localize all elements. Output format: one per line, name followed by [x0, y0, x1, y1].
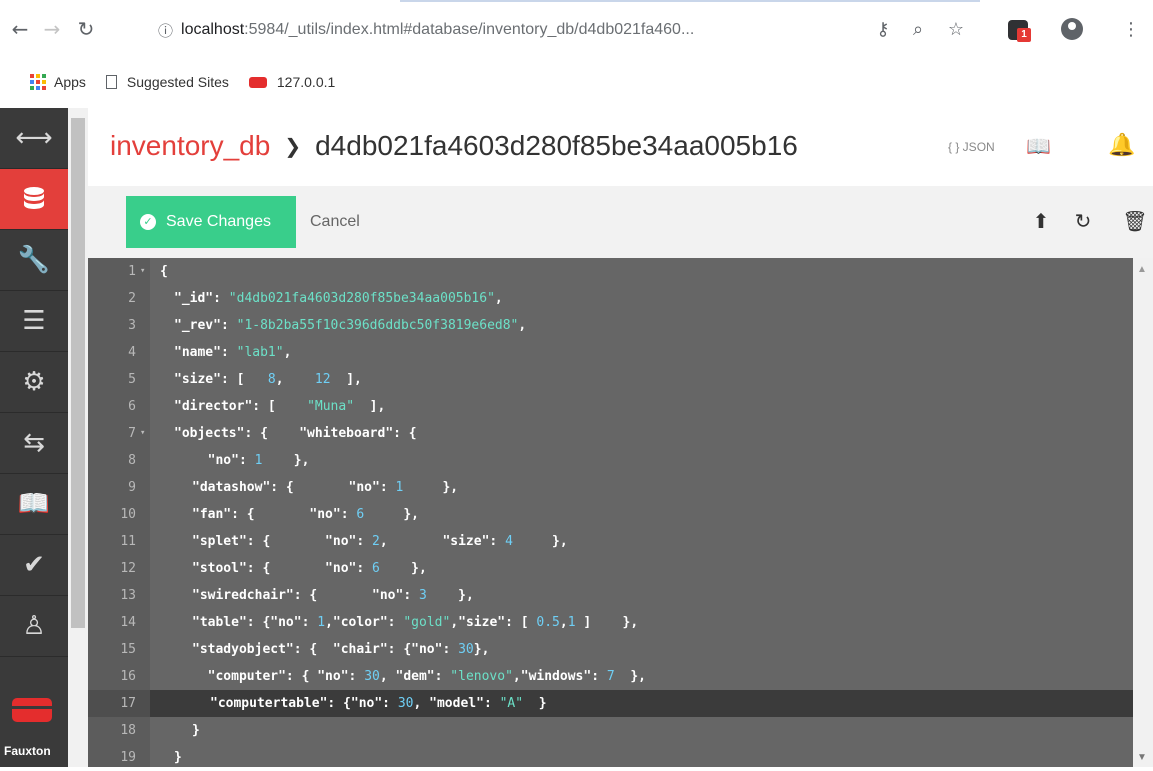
menu-kebab-icon[interactable]: ⋮: [1118, 17, 1144, 43]
save-label: Save Changes: [166, 213, 271, 230]
scroll-down-icon[interactable]: ▼: [1137, 752, 1147, 763]
sidebar-item-user-icon[interactable]: ♙: [0, 596, 68, 657]
key-icon[interactable]: ⚷: [870, 17, 896, 43]
check-circle-icon: ✓: [140, 214, 156, 230]
line-number: 15: [120, 642, 136, 657]
editor-scrollbar[interactable]: ▲ ▼: [1133, 258, 1153, 767]
database-icon: [24, 187, 44, 209]
line-number: 14: [120, 615, 136, 630]
breadcrumb-database-link[interactable]: inventory_db: [110, 130, 270, 162]
code-line[interactable]: 13 "swiredchair": { "no": 3 },: [88, 582, 1133, 609]
sidebar-item-config-gear-icon[interactable]: ⚙: [0, 352, 68, 413]
loading-bar: [400, 0, 980, 2]
chevron-right-icon: ❯: [284, 134, 302, 158]
code-line[interactable]: 14 "table": {"no": 1,"color": "gold","siz…: [88, 609, 1133, 636]
code-line[interactable]: 3 "_rev": "1-8b2ba55f10c396d6ddbc50f3819e…: [88, 312, 1133, 339]
upload-icon[interactable]: ⬆: [1028, 208, 1054, 234]
line-number: 3: [128, 318, 136, 333]
code-line[interactable]: 12 "stool": { "no": 6 },: [88, 555, 1133, 582]
zoom-icon[interactable]: ⌕: [905, 17, 931, 43]
doc-toolbar: ✓ Save Changes Cancel ⬆ ↻ 🗑: [88, 186, 1153, 258]
refresh-icon[interactable]: ↻: [1070, 208, 1096, 234]
bookmark-apps[interactable]: Apps: [30, 74, 86, 90]
sidebar-item-setup-wrench-icon[interactable]: 🔧: [0, 230, 68, 291]
forward-icon[interactable]: →: [40, 17, 64, 41]
bookmark-label: Suggested Sites: [126, 74, 229, 90]
back-icon[interactable]: ←: [8, 17, 32, 41]
line-number: 6: [128, 399, 136, 414]
breadcrumb: inventory_db ❯ d4db021fa4603d280f85be34a…: [110, 130, 798, 162]
code-line[interactable]: 6 "director": [ "Muna" ],: [88, 393, 1133, 420]
code-line[interactable]: 16 "computer": { "no": 30, "dem": "lenov…: [88, 663, 1133, 690]
code-line[interactable]: 15 "stadyobject": { "chair": {"no": 30},: [88, 636, 1133, 663]
page-icon: [105, 75, 117, 89]
code-line[interactable]: 18}: [88, 717, 1133, 744]
bookmark-label: Apps: [54, 74, 86, 90]
code-line[interactable]: 4 "name": "lab1",: [88, 339, 1133, 366]
page-header: inventory_db ❯ d4db021fa4603d280f85be34a…: [88, 108, 1153, 186]
url-path: :5984/_utils/index.html#database/invento…: [244, 21, 695, 38]
sidebar: ⟷ 🔧 ☰ ⚙ ⇆ 📖 ✔ ♙ Fauxton: [0, 108, 68, 767]
extension-icon[interactable]: 1: [1008, 20, 1031, 42]
sidebar-scroll-thumb[interactable]: [71, 118, 85, 628]
json-editor[interactable]: 1 ▾{ 2 "_id": "d4db021fa4603d280f85be34aa0…: [88, 258, 1133, 767]
notification-bell-icon[interactable]: 🔔: [1108, 132, 1135, 160]
line-number: 12: [120, 561, 136, 576]
sidebar-item-databases[interactable]: [0, 169, 68, 230]
code-line[interactable]: 5 "size": [ 8, 12 ],: [88, 366, 1133, 393]
reload-icon[interactable]: ↻: [74, 17, 98, 41]
line-number: 17: [88, 690, 150, 717]
code-line[interactable]: 2 "_id": "d4db021fa4603d280f85be34aa005b1…: [88, 285, 1133, 312]
code-line[interactable]: 1 ▾{: [88, 258, 1133, 285]
sidebar-toggle-arrows-icon[interactable]: ⟷: [0, 108, 68, 169]
scroll-up-icon[interactable]: ▲: [1137, 264, 1147, 275]
sidebar-scrollbar[interactable]: [68, 108, 88, 767]
fold-arrow-icon[interactable]: ▾: [140, 420, 145, 447]
bookmark-label: 127.0.0.1: [276, 74, 336, 90]
line-number: 5: [128, 372, 136, 387]
sidebar-item-replication-icon[interactable]: ⇆: [0, 413, 68, 474]
save-changes-button[interactable]: ✓ Save Changes: [126, 196, 296, 248]
line-number: 18: [120, 723, 136, 738]
page-title: d4db021fa4603d280f85be34aa005b16: [315, 130, 798, 161]
bookmark-suggested-sites[interactable]: Suggested Sites: [105, 74, 229, 90]
sidebar-item-active-tasks-server-icon[interactable]: ☰: [0, 291, 68, 352]
profile-icon[interactable]: [1061, 18, 1083, 40]
fold-arrow-icon[interactable]: ▾: [140, 258, 145, 285]
sidebar-item-verify-check-icon[interactable]: ✔: [0, 535, 68, 596]
code-line[interactable]: 8 "no": 1 },: [88, 447, 1133, 474]
line-number: 13: [120, 588, 136, 603]
bookmark-localhost[interactable]: 127.0.0.1: [248, 74, 336, 90]
code-line[interactable]: 10 "fan": { "no": 6 },: [88, 501, 1133, 528]
address-bar[interactable]: ⓘ localhost:5984/_utils/index.html#datab…: [158, 16, 858, 44]
cancel-button[interactable]: Cancel: [310, 213, 360, 231]
code-line[interactable]: 7 ▾ "objects": { "whiteboard": {: [88, 420, 1133, 447]
extension-badge: 1: [1017, 28, 1031, 42]
code-line[interactable]: 11 "splet": { "no": 2, "size": 4 },: [88, 528, 1133, 555]
line-number: 2: [128, 291, 136, 306]
line-number: 4: [128, 345, 136, 360]
star-icon[interactable]: ☆: [943, 17, 969, 43]
couchdb-icon: [248, 76, 267, 88]
line-number: 9: [128, 480, 136, 495]
trash-icon[interactable]: 🗑: [1122, 208, 1148, 234]
couch-logo-icon: [9, 698, 55, 722]
bookmarks-bar: Apps Suggested Sites 127.0.0.1: [0, 62, 1153, 102]
brand-label: Fauxton: [4, 744, 51, 758]
apps-grid-icon: [30, 74, 46, 90]
sidebar-item-docs-book-icon[interactable]: 📖: [0, 474, 68, 535]
code-line-active[interactable]: 17 "computertable": {"no": 30, "model": "…: [88, 690, 1133, 717]
line-number: 11: [120, 534, 136, 549]
info-icon[interactable]: ⓘ: [158, 20, 173, 41]
json-link[interactable]: { } JSON: [948, 140, 995, 154]
fauxton-logo: Fauxton: [0, 658, 68, 767]
line-number: 10: [120, 507, 136, 522]
browser-toolbar: ← → ↻ ⓘ localhost:5984/_utils/index.html…: [0, 0, 1153, 62]
api-docs-book-icon[interactable]: 📖: [1026, 136, 1051, 156]
url-host: localhost: [181, 21, 245, 38]
line-number: 8: [128, 453, 136, 468]
code-line[interactable]: 9 "datashow": { "no": 1 },: [88, 474, 1133, 501]
line-number: 16: [120, 669, 136, 684]
